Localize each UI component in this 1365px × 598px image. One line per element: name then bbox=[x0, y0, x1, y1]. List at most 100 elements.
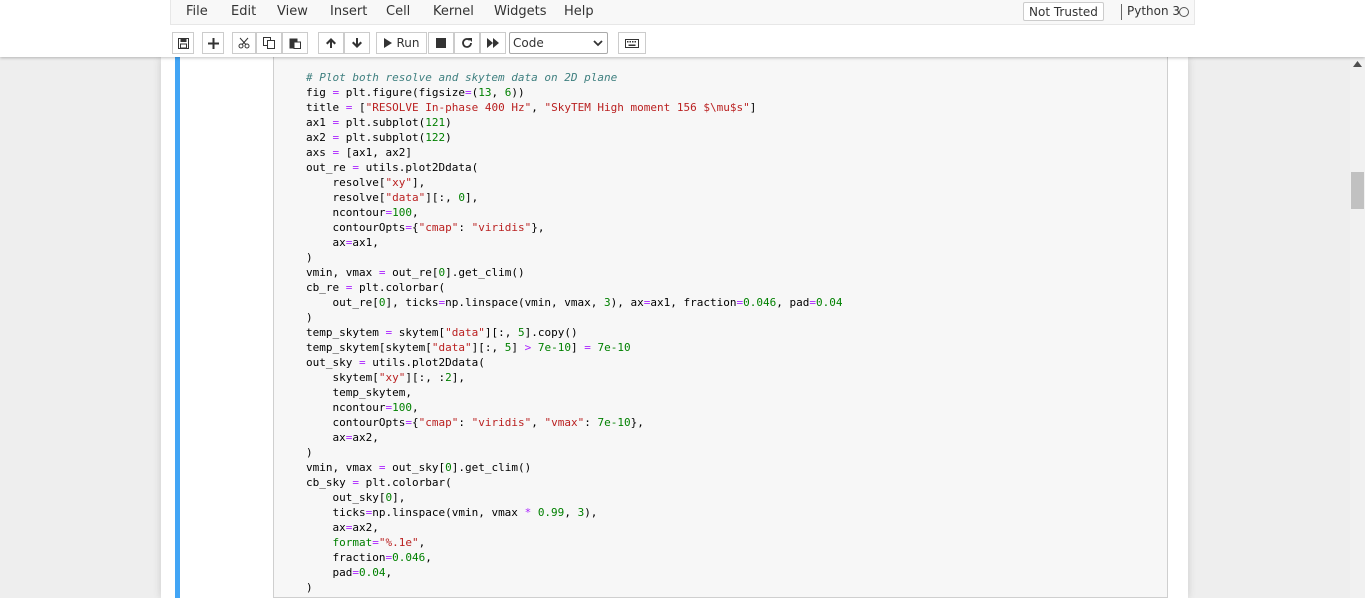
trust-status-button[interactable]: Not Trusted bbox=[1023, 2, 1104, 21]
code-token: plt.colorbar( bbox=[352, 281, 446, 294]
page-scrollbar[interactable] bbox=[1350, 57, 1365, 598]
code-line: axs = [ax1, ax2] bbox=[306, 145, 843, 160]
arrow-down-icon bbox=[352, 38, 362, 48]
code-token: # Plot both resolve and skytem data on 2… bbox=[306, 71, 618, 84]
code-token: out_re[ bbox=[306, 296, 379, 309]
code-token: ) bbox=[306, 251, 313, 264]
code-token: ncontour bbox=[306, 206, 386, 219]
code-token: out_sky[ bbox=[306, 491, 386, 504]
code-line: ax=ax2, bbox=[306, 430, 843, 445]
menu-insert[interactable]: Insert bbox=[330, 4, 367, 19]
code-token: , bbox=[418, 536, 426, 549]
code-token: "data" bbox=[445, 326, 485, 339]
code-token: temp_skytem[skytem[ bbox=[306, 341, 432, 354]
kernel-idle-indicator-icon bbox=[1179, 7, 1189, 17]
code-token: plt.figure(figsize bbox=[339, 86, 465, 99]
scroll-up-arrow-icon[interactable] bbox=[1353, 61, 1362, 67]
code-token: "cmap" bbox=[418, 416, 459, 429]
code-token: cb_sky bbox=[306, 476, 353, 489]
run-button[interactable]: Run bbox=[376, 32, 427, 54]
cell-type-select[interactable]: Code bbox=[509, 32, 608, 54]
code-line: out_re[0], ticks=np.linspace(vmin, vmax,… bbox=[306, 295, 842, 310]
menu-file[interactable]: File bbox=[186, 4, 208, 19]
code-token: , bbox=[531, 101, 545, 114]
code-token: plt.colorbar( bbox=[358, 476, 452, 489]
code-line: resolve["data"][:, 0], bbox=[306, 190, 843, 205]
copy-button[interactable] bbox=[256, 32, 282, 54]
code-token: }, bbox=[531, 221, 545, 234]
code-token: 2 bbox=[445, 371, 452, 384]
play-icon bbox=[384, 38, 393, 48]
code-line: contourOpts={"cmap": "viridis"}, bbox=[306, 220, 843, 235]
code-token: "viridis" bbox=[471, 221, 532, 234]
code-token: title bbox=[306, 101, 346, 114]
code-token: 121 bbox=[425, 116, 446, 129]
code-line: temp_skytem = skytem["data"][:, 5].copy(… bbox=[306, 325, 843, 340]
code-line: ncontour=100, bbox=[306, 400, 843, 415]
code-token: ].get_clim() bbox=[445, 266, 525, 279]
move-cell-down-button[interactable] bbox=[344, 32, 370, 54]
insert-cell-button[interactable] bbox=[202, 32, 224, 54]
code-token: , bbox=[385, 566, 393, 579]
code-line: resolve["xy"], bbox=[306, 175, 843, 190]
code-token: ax2, bbox=[352, 521, 379, 534]
code-token: ].get_clim() bbox=[451, 461, 532, 474]
code-token: 0.04 bbox=[358, 566, 386, 579]
move-cell-up-button[interactable] bbox=[318, 32, 344, 54]
code-token: ) bbox=[306, 581, 313, 594]
menu-kernel[interactable]: Kernel bbox=[433, 4, 474, 19]
code-token: ) bbox=[445, 116, 452, 129]
code-token: = bbox=[584, 341, 591, 354]
code-token: "cmap" bbox=[418, 221, 459, 234]
save-button[interactable] bbox=[172, 32, 194, 54]
code-token: temp_skytem bbox=[306, 326, 386, 339]
menu-cell[interactable]: Cell bbox=[386, 4, 410, 19]
code-token: , bbox=[411, 206, 419, 219]
code-token: ][:, : bbox=[405, 371, 446, 384]
restart-run-all-button[interactable] bbox=[480, 32, 506, 54]
code-token: 100 bbox=[392, 401, 412, 414]
code-token: 0 bbox=[458, 191, 465, 204]
interrupt-button[interactable] bbox=[428, 32, 454, 54]
code-token: 3 bbox=[604, 296, 611, 309]
code-token: { bbox=[411, 416, 419, 429]
code-token: [ax1, ax2] bbox=[339, 146, 412, 159]
code-token: = bbox=[405, 221, 412, 234]
restart-kernel-button[interactable] bbox=[454, 32, 480, 54]
code-token: ncontour bbox=[306, 401, 386, 414]
code-token: = bbox=[352, 161, 359, 174]
code-line: out_sky = utils.plot2Ddata( bbox=[306, 355, 843, 370]
menu-help[interactable]: Help bbox=[564, 4, 594, 19]
menu-widgets[interactable]: Widgets bbox=[494, 4, 547, 19]
code-token: contourOpts bbox=[306, 416, 406, 429]
code-editor[interactable]: # Plot both resolve and skytem data on 2… bbox=[306, 70, 843, 595]
code-token: resolve[ bbox=[306, 176, 386, 189]
code-token: fig bbox=[306, 86, 333, 99]
command-palette-button[interactable] bbox=[618, 32, 646, 54]
code-token: skytem[ bbox=[392, 326, 446, 339]
code-token: ax1, bbox=[352, 236, 379, 249]
paste-button[interactable] bbox=[282, 32, 308, 54]
code-token: = bbox=[464, 86, 472, 99]
scrollbar-thumb[interactable] bbox=[1351, 172, 1364, 209]
menu-view[interactable]: View bbox=[277, 4, 308, 19]
menu-edit[interactable]: Edit bbox=[231, 4, 256, 19]
cut-button[interactable] bbox=[232, 32, 256, 54]
copy-icon bbox=[263, 37, 275, 49]
code-line: ) bbox=[306, 250, 843, 265]
code-line: cb_re = plt.colorbar( bbox=[306, 280, 843, 295]
arrow-up-icon bbox=[326, 38, 336, 48]
code-line: temp_skytem[skytem["data"][:, 5] > 7e-10… bbox=[306, 340, 843, 355]
code-token: , bbox=[564, 506, 578, 519]
code-token: "%.1e" bbox=[378, 536, 419, 549]
code-line: ) bbox=[306, 445, 843, 460]
code-token: 5 bbox=[517, 326, 525, 339]
code-token: 122 bbox=[425, 131, 446, 144]
code-token: ][:, bbox=[425, 191, 459, 204]
code-line: ax2 = plt.subplot(122) bbox=[306, 130, 843, 145]
code-token: temp_skytem, bbox=[306, 386, 412, 399]
code-line: temp_skytem, bbox=[306, 385, 843, 400]
code-token: ].copy() bbox=[524, 326, 578, 339]
code-line: out_sky[0], bbox=[306, 490, 843, 505]
